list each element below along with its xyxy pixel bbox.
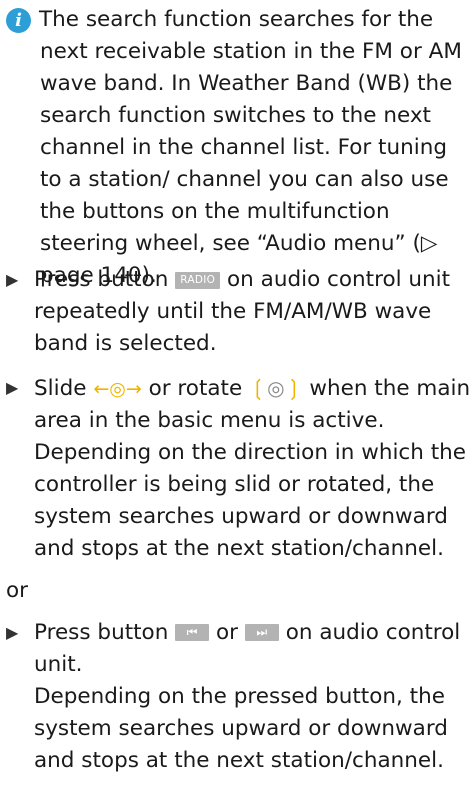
step-press-radio: ▶ Press button RADIO on audio control un… [6,264,472,360]
step-slide-rotate: ▶ Slide ←◎→ or rotate ❲◎❳ when the main … [6,372,472,565]
step-text-middle: or rotate [148,376,243,401]
step-description: Depending on the direction in which the … [34,440,466,561]
controller-slide-icon: ←◎→ [93,378,142,400]
controller-rotate-icon: ❲◎❳ [249,376,303,401]
instruction-steps: ▶ Press button RADIO on audio control un… [6,264,472,789]
step-text-before: Slide [34,376,87,401]
info-text: The search function searches for the nex… [39,7,462,288]
step-description: Depending on the pressed button, the sys… [34,684,448,773]
step-press-seek: ▶ Press button ⏮ or ⏭ on audio control u… [6,617,472,777]
or-separator: or [6,578,28,603]
info-icon: i [6,8,31,33]
step-text-middle: or [216,620,239,645]
seek-forward-key: ⏭ [244,624,279,641]
step-arrow-icon: ▶ [6,378,19,397]
seek-back-key: ⏮ [175,624,210,641]
step-text-before: Press button [34,620,169,645]
step-arrow-icon: ▶ [6,623,19,642]
step-arrow-icon: ▶ [6,270,19,289]
info-note: i The search function searches for the n… [6,4,470,292]
step-text-before: Press button [34,267,169,292]
radio-key: RADIO [175,272,221,289]
